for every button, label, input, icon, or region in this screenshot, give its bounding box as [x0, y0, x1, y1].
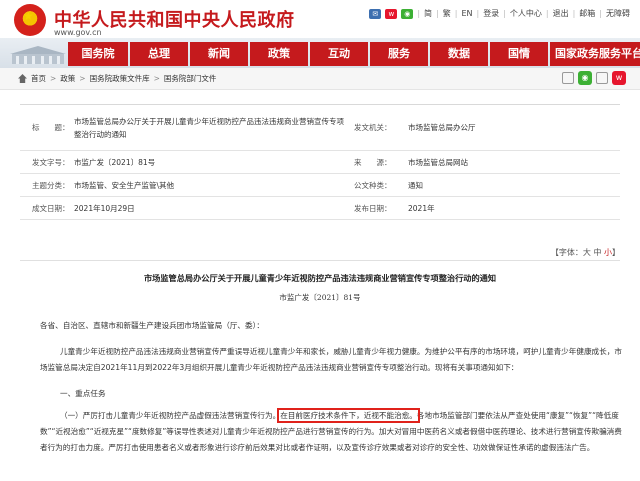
- article-title: 市场监管总局办公厅关于开展儿童青少年近视防控产品违法违规商业营销宣传专项整治行动…: [143, 273, 497, 283]
- source-value: 市场监管总局网站: [408, 157, 468, 167]
- favorite-icon[interactable]: [596, 72, 608, 84]
- published-date-value: 2021年: [408, 203, 435, 213]
- article-doc-number: 市监广发〔2021〕81号: [279, 293, 361, 302]
- nav-item-news[interactable]: 新闻: [190, 42, 248, 66]
- nav-item-state-council[interactable]: 国务院: [68, 42, 128, 66]
- home-icon: [18, 74, 27, 83]
- email-icon[interactable]: ✉: [369, 8, 382, 19]
- lang-traditional-link[interactable]: 繁: [443, 8, 451, 19]
- info-row: 成文日期： 2021年10月29日 发布日期： 2021年: [20, 197, 620, 220]
- breadcrumb-home[interactable]: 首页: [31, 73, 46, 84]
- docno-value: 市监广发〔2021〕81号: [74, 157, 156, 167]
- category-value: 市场监管、安全生产监管\其他: [74, 180, 175, 190]
- written-date-label: 成文日期：: [32, 203, 70, 213]
- title-label: 标 题：: [32, 123, 70, 132]
- breadcrumb-bar: 首页 > 政策 > 国务院政策文件库 > 国务院部门文件 ◉ w: [0, 68, 640, 90]
- breadcrumb-policy-library[interactable]: 国务院政策文件库: [90, 73, 150, 84]
- item1-lead: （一）严厉打击儿童青少年近视防控产品虚假违法营销宣传行为。: [60, 411, 281, 420]
- site-header: ★ 中华人民共和国中央人民政府 www.gov.cn ✉ w ◉ | 简 | 繁…: [0, 0, 640, 42]
- wechat-icon[interactable]: ◉: [401, 8, 414, 19]
- font-size-prefix: 【字体：: [550, 248, 583, 257]
- lang-english-link[interactable]: EN: [461, 9, 472, 18]
- nav-item-premier[interactable]: 总理: [130, 42, 188, 66]
- doc-type-label: 公文种类：: [354, 180, 392, 190]
- login-link[interactable]: 登录: [483, 8, 499, 19]
- info-row: 发文字号： 市监广发〔2021〕81号 来 源： 市场监管总局网站: [20, 151, 620, 174]
- nav-item-services[interactable]: 服务: [370, 42, 428, 66]
- divider: [20, 260, 620, 261]
- breadcrumb-separator-icon: >: [79, 74, 86, 83]
- nav-item-policy[interactable]: 政策: [250, 42, 308, 66]
- user-center-link[interactable]: 个人中心: [510, 8, 542, 19]
- doc-type-value: 通知: [408, 180, 423, 190]
- published-date-label: 发布日期：: [354, 203, 392, 213]
- national-emblem-icon[interactable]: ★: [14, 4, 46, 36]
- written-date-value: 2021年10月29日: [74, 203, 135, 213]
- lang-simplified-link[interactable]: 简: [424, 8, 432, 19]
- nav-item-gov-service-platform[interactable]: 国家政务服务平台: [550, 42, 640, 66]
- font-size-selector: 【字体：大 中 小】: [551, 247, 620, 258]
- nav-item-national-conditions[interactable]: 国情: [490, 42, 548, 66]
- nav-item-interaction[interactable]: 互动: [310, 42, 368, 66]
- breadcrumb-policy[interactable]: 政策: [60, 73, 75, 84]
- info-row: 主题分类： 市场监管、安全生产监管\其他 公文种类： 通知: [20, 174, 620, 197]
- great-hall-icon: [10, 46, 66, 64]
- article-paragraph: （一）严厉打击儿童青少年近视防控产品虚假违法营销宣传行为。在目前医疗技术条件下，…: [40, 408, 625, 456]
- article-addressee: 各省、自治区、直辖市和新疆生产建设兵团市场监管局（厅、委）：: [40, 321, 265, 330]
- title-value: 市场监管总局办公厅关于开展儿童青少年近视防控产品违法违规商业营销宣传专项整治行动…: [74, 116, 344, 139]
- logout-link[interactable]: 退出: [553, 8, 569, 19]
- weibo-icon[interactable]: w: [385, 8, 398, 19]
- breadcrumb-department-docs[interactable]: 国务院部门文件: [164, 73, 217, 84]
- main-nav: 国务院 总理 新闻 政策 互动 服务 数据 国情 国家政务服务平台: [68, 42, 640, 66]
- article-paragraph: 儿童青少年近视防控产品违法违规商业营销宣传严重误导近视儿童青少年和家长，威胁儿童…: [40, 347, 622, 372]
- issuer-value: 市场监管总局办公厅: [408, 123, 476, 132]
- font-size-suffix: 】: [612, 248, 620, 257]
- accessibility-link[interactable]: 无障碍: [606, 8, 630, 19]
- font-size-small[interactable]: 小: [604, 248, 612, 257]
- share-wechat-icon[interactable]: ◉: [578, 71, 592, 85]
- highlighted-sentence: 在目前医疗技术条件下，近视不能治愈。: [277, 408, 420, 423]
- breadcrumb-separator-icon: >: [50, 74, 57, 83]
- share-weibo-icon[interactable]: w: [612, 71, 626, 85]
- top-links: ✉ w ◉ | 简 | 繁 | EN | 登录 | 个人中心 | 退出 | 邮箱…: [369, 8, 630, 19]
- source-label: 来 源：: [354, 157, 392, 167]
- font-size-large[interactable]: 大: [583, 248, 591, 257]
- breadcrumb-separator-icon: >: [153, 74, 160, 83]
- font-size-medium[interactable]: 中: [593, 248, 601, 257]
- mailbox-link[interactable]: 邮箱: [579, 8, 595, 19]
- print-icon[interactable]: [562, 72, 574, 84]
- document-info-table: 标 题： 市场监管总局办公厅关于开展儿童青少年近视防控产品违法违规商业营销宣传专…: [20, 104, 620, 220]
- section-heading: 一、重点任务: [60, 389, 106, 398]
- issuer-label: 发文机关：: [354, 123, 392, 132]
- share-bar: ◉ w: [562, 71, 626, 85]
- docno-label: 发文字号：: [32, 157, 70, 167]
- breadcrumb: 首页 > 政策 > 国务院政策文件库 > 国务院部门文件: [18, 73, 216, 84]
- category-label: 主题分类：: [32, 180, 70, 190]
- site-domain: www.gov.cn: [54, 28, 102, 37]
- nav-item-data[interactable]: 数据: [430, 42, 488, 66]
- info-row: 标 题： 市场监管总局办公厅关于开展儿童青少年近视防控产品违法违规商业营销宣传专…: [20, 105, 620, 151]
